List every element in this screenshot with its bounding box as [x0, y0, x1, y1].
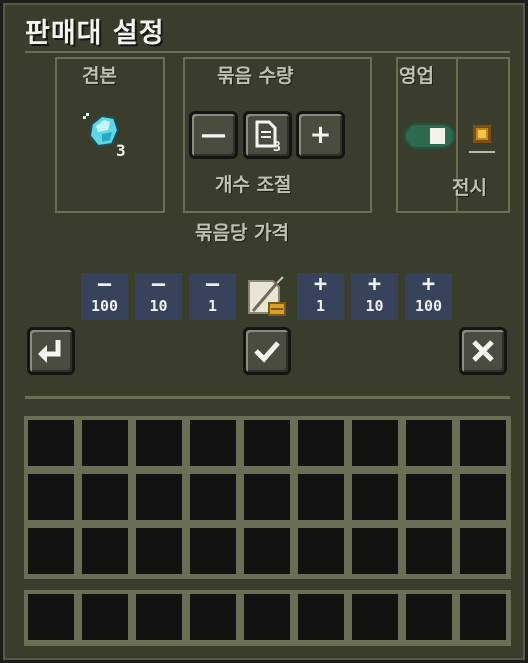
checkmark-icon	[254, 341, 280, 363]
price-amount: 10	[149, 297, 168, 315]
confirm-button[interactable]	[243, 327, 291, 375]
price-amount: 10	[365, 297, 384, 315]
plus-icon: +	[309, 120, 332, 150]
price-amount: 1	[207, 297, 218, 315]
copy-quantity-button[interactable]: 3	[243, 111, 292, 159]
inventory-slot[interactable]	[188, 592, 238, 642]
inventory-slot[interactable]	[26, 526, 76, 576]
inventory-slot[interactable]	[296, 526, 346, 576]
price-plus-1-button[interactable]: + 1	[297, 273, 344, 320]
close-button[interactable]	[459, 327, 507, 375]
price-minus-1-button[interactable]: — 1	[189, 273, 236, 320]
plus-sign: +	[421, 272, 436, 297]
inventory-slot[interactable]	[242, 418, 292, 468]
business-label: 영업	[399, 65, 434, 87]
inventory-slot[interactable]	[134, 418, 184, 468]
display-indicator	[478, 130, 486, 138]
inventory-slot[interactable]	[26, 418, 76, 468]
price-plus-100-button[interactable]: + 100	[405, 273, 452, 320]
inventory-slot[interactable]	[188, 418, 238, 468]
copy-document-icon: 3	[255, 120, 281, 152]
inventory-slot[interactable]	[26, 592, 76, 642]
inventory-slot[interactable]	[404, 472, 454, 522]
shop-settings-window: 판매대 설정 견본 3 묶음 수량 — 3 + 개수 조절 영업 전시 묶음당 …	[0, 0, 528, 663]
inventory-slot[interactable]	[188, 526, 238, 576]
inventory-slot[interactable]	[80, 418, 130, 468]
inventory-slot[interactable]	[350, 472, 400, 522]
inventory-slot[interactable]	[350, 418, 400, 468]
price-amount: 100	[90, 297, 119, 315]
inventory-slot[interactable]	[458, 526, 508, 576]
inventory-grid	[24, 416, 511, 579]
minus-button[interactable]: —	[189, 111, 238, 159]
price-per-bundle-label: 묶음당 가격	[195, 222, 290, 244]
title-divider	[25, 51, 510, 53]
diamond-gem-icon[interactable]: 3	[78, 106, 134, 162]
business-toggle[interactable]	[404, 123, 455, 149]
inventory-slot[interactable]	[296, 592, 346, 642]
display-label: 전시	[452, 177, 487, 199]
display-toggle[interactable]	[473, 125, 491, 143]
minus-sign: —	[151, 272, 166, 297]
minus-icon: —	[200, 120, 227, 150]
inventory-slot[interactable]	[134, 526, 184, 576]
plus-sign: +	[313, 272, 328, 297]
inventory-slot[interactable]	[350, 592, 400, 642]
toggle-knob	[430, 128, 445, 144]
sample-label: 견본	[82, 65, 117, 87]
inventory-slot[interactable]	[188, 472, 238, 522]
inventory-divider	[25, 396, 510, 399]
close-x-icon	[472, 340, 494, 362]
window-title: 판매대 설정	[25, 18, 165, 49]
price-amount: 100	[414, 297, 443, 315]
inventory-slot[interactable]	[242, 526, 292, 576]
hotbar-grid	[24, 590, 511, 646]
minus-sign: —	[205, 272, 220, 297]
adjust-count-label: 개수 조절	[215, 174, 292, 196]
return-arrow-icon	[38, 340, 61, 363]
inventory-slot[interactable]	[458, 472, 508, 522]
inventory-slot[interactable]	[404, 418, 454, 468]
inventory-slot[interactable]	[350, 526, 400, 576]
svg-text:3: 3	[116, 141, 126, 160]
inventory-slot[interactable]	[242, 592, 292, 642]
inventory-slot[interactable]	[80, 472, 130, 522]
edit-price-icon[interactable]	[243, 273, 290, 320]
inventory-slot[interactable]	[296, 472, 346, 522]
inventory-slot[interactable]	[80, 526, 130, 576]
inventory-slot[interactable]	[404, 592, 454, 642]
back-button[interactable]	[27, 327, 75, 375]
price-minus-100-button[interactable]: — 100	[81, 273, 128, 320]
bundle-label: 묶음 수량	[217, 65, 294, 87]
inventory-slot[interactable]	[458, 418, 508, 468]
display-stand	[469, 151, 495, 153]
inventory-slot[interactable]	[242, 472, 292, 522]
price-minus-10-button[interactable]: — 10	[135, 273, 182, 320]
inventory-slot[interactable]	[80, 592, 130, 642]
plus-sign: +	[367, 272, 382, 297]
price-amount: 1	[315, 297, 326, 315]
inventory-slot[interactable]	[296, 418, 346, 468]
inventory-slot[interactable]	[26, 472, 76, 522]
plus-button[interactable]: +	[296, 111, 345, 159]
inventory-slot[interactable]	[134, 592, 184, 642]
inventory-slot[interactable]	[458, 592, 508, 642]
svg-text:3: 3	[273, 140, 281, 152]
inventory-slot[interactable]	[134, 472, 184, 522]
minus-sign: —	[97, 272, 112, 297]
price-plus-10-button[interactable]: + 10	[351, 273, 398, 320]
inventory-slot[interactable]	[404, 526, 454, 576]
